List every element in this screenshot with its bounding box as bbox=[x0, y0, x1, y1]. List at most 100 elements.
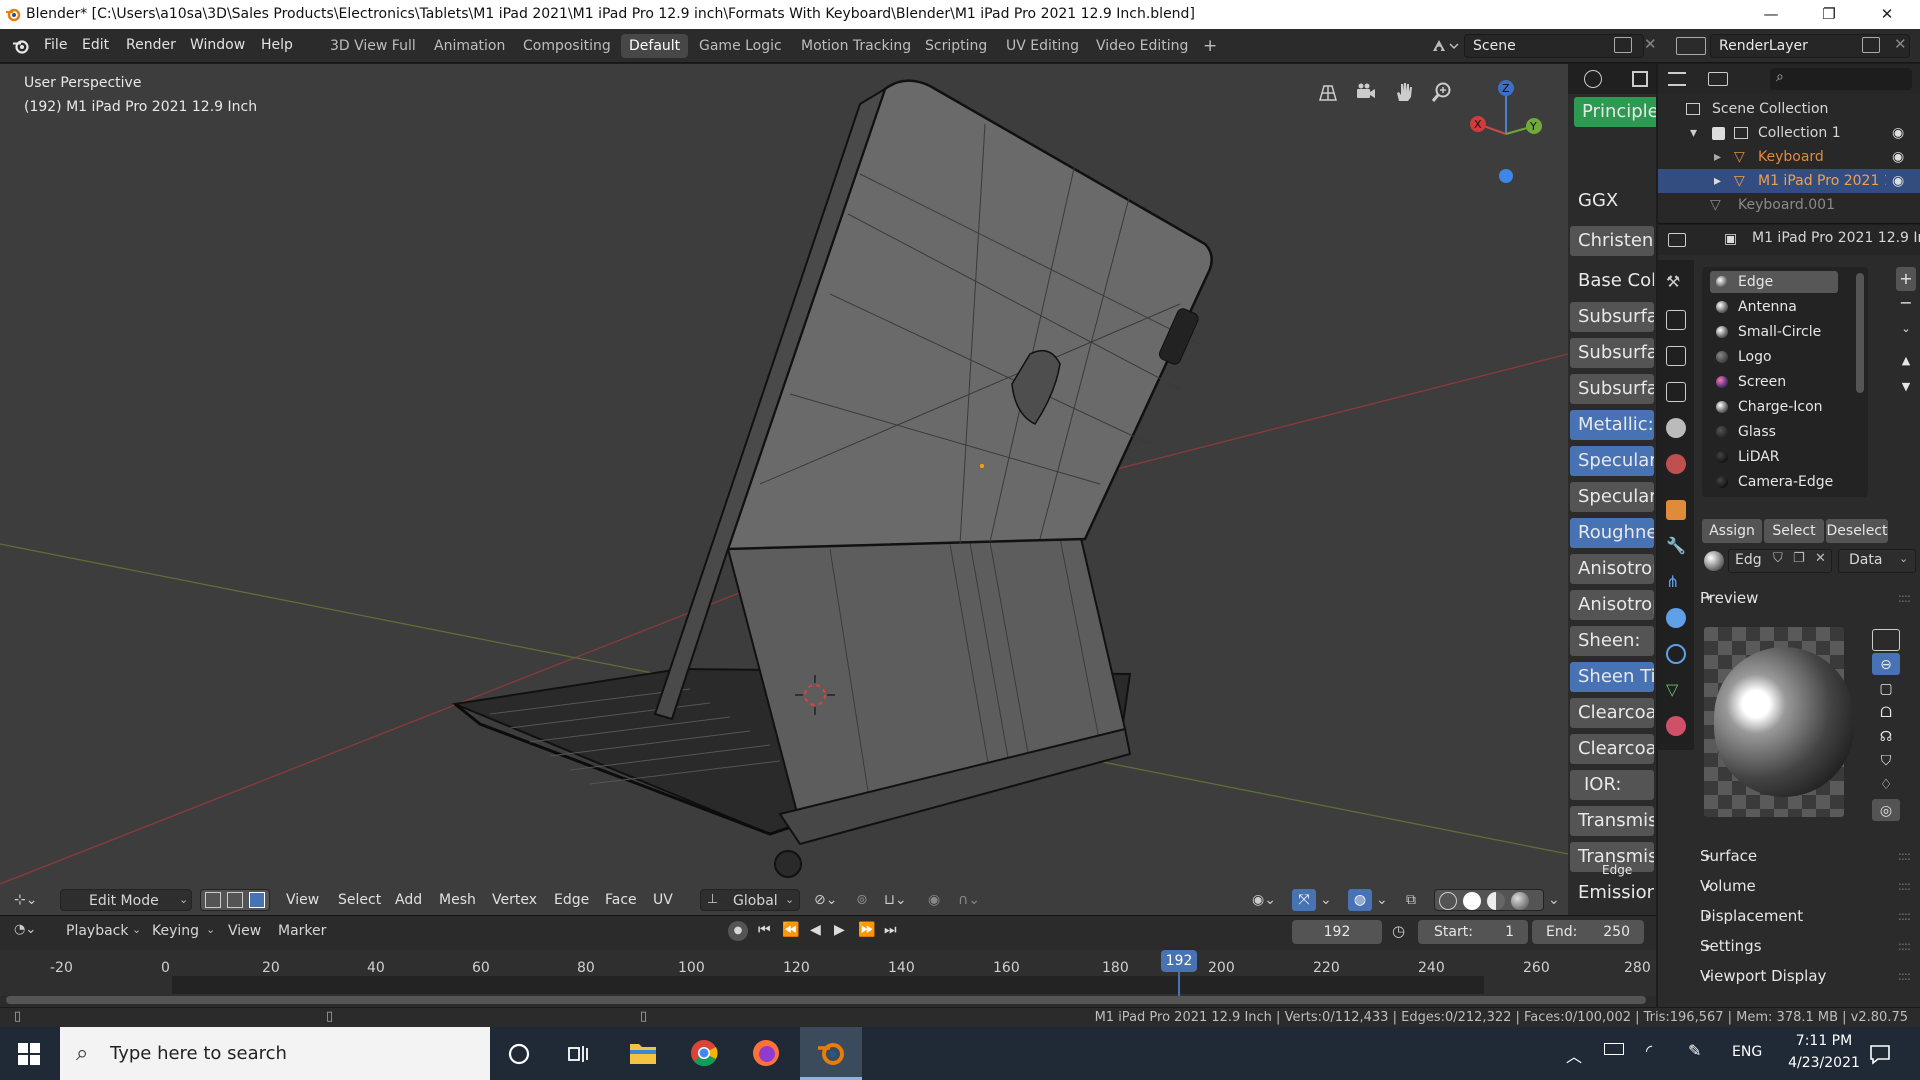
slot-specials-icon[interactable]: ⌄ bbox=[1896, 317, 1916, 341]
jump-keyframe-back-icon[interactable]: ⏪ bbox=[782, 922, 799, 938]
taskbar-search-input[interactable]: ⌕ Type here to search bbox=[60, 1027, 490, 1080]
shader-ior[interactable]: IOR: bbox=[1570, 770, 1654, 800]
add-material-slot-button[interactable]: + bbox=[1896, 267, 1916, 291]
jump-end-icon[interactable]: ⏭ bbox=[884, 922, 897, 938]
marker-menu[interactable]: Marker bbox=[278, 923, 326, 939]
material-slot-charge-icon[interactable]: Charge-Icon bbox=[1710, 396, 1838, 418]
view-layer-tab-icon[interactable] bbox=[1666, 382, 1686, 402]
unlink-material-icon[interactable]: ✕ bbox=[1815, 551, 1826, 566]
material-name-field[interactable]: Edg ⛉ ❐ ✕ bbox=[1728, 549, 1832, 573]
shader-subsurface-color[interactable]: Subsurfac bbox=[1570, 374, 1654, 404]
new-render-layer-icon[interactable] bbox=[1862, 37, 1880, 53]
close-button[interactable]: ✕ bbox=[1858, 0, 1916, 29]
editor-type-icon[interactable]: ⊹⌄ bbox=[14, 889, 37, 911]
material-tab-icon[interactable] bbox=[1666, 716, 1686, 736]
tab-game-logic[interactable]: Game Logic bbox=[691, 34, 790, 58]
collection-checkbox[interactable] bbox=[1712, 127, 1725, 140]
material-browse-icon[interactable] bbox=[1704, 551, 1724, 571]
menu-view[interactable]: View bbox=[286, 889, 319, 911]
viewport-display-panel-header[interactable]: Viewport Display bbox=[1700, 967, 1826, 985]
outliner-item-keyboard-001[interactable]: ▽ Keyboard.001 bbox=[1658, 193, 1920, 217]
overlays-toggle-icon[interactable]: ◍ bbox=[1348, 889, 1372, 911]
shader-roughness[interactable]: Roughne bbox=[1570, 518, 1654, 548]
outliner-scene-collection[interactable]: Scene Collection bbox=[1658, 97, 1920, 121]
object-tab-icon[interactable] bbox=[1666, 500, 1686, 520]
shader-emission[interactable]: Emission bbox=[1570, 878, 1654, 908]
language-indicator[interactable]: ENG bbox=[1732, 1044, 1762, 1060]
properties-editor-type-icon[interactable] bbox=[1668, 233, 1686, 247]
menu-window[interactable]: Window bbox=[190, 37, 245, 53]
edge-select-icon[interactable] bbox=[227, 892, 243, 908]
expand-icon[interactable]: ▸ bbox=[1714, 145, 1721, 169]
menu-render[interactable]: Render bbox=[126, 37, 176, 53]
visibility-eye-icon[interactable]: ◉ bbox=[1892, 169, 1904, 193]
tab-video-editing[interactable]: Video Editing bbox=[1088, 34, 1196, 58]
clock-time[interactable]: 7:11 PM bbox=[1784, 1033, 1864, 1049]
menu-face[interactable]: Face bbox=[605, 889, 637, 911]
xray-icon[interactable]: ⧉ bbox=[1406, 889, 1416, 911]
preview-fluid-icon[interactable]: ♢ bbox=[1872, 773, 1900, 795]
render-layer-field[interactable]: RenderLayer bbox=[1710, 34, 1910, 58]
material-slot-lidar[interactable]: LiDAR bbox=[1710, 446, 1838, 468]
shader-base-color[interactable]: Base Colo bbox=[1570, 266, 1654, 296]
record-icon[interactable]: ● bbox=[728, 921, 748, 941]
remove-material-slot-button[interactable]: − bbox=[1896, 291, 1916, 315]
menu-edit[interactable]: Edit bbox=[82, 37, 109, 53]
solid-shading-icon[interactable] bbox=[1463, 892, 1481, 910]
maximize-region-icon[interactable] bbox=[1632, 71, 1648, 87]
preview-cube-icon[interactable]: ▢ bbox=[1872, 677, 1900, 699]
current-frame-field[interactable]: 192 bbox=[1292, 920, 1382, 944]
clock-date[interactable]: 4/23/2021 bbox=[1776, 1055, 1872, 1071]
material-slot-small-circle[interactable]: Small-Circle bbox=[1710, 321, 1838, 343]
camera-icon[interactable] bbox=[1354, 80, 1378, 104]
new-scene-icon[interactable] bbox=[1614, 37, 1632, 53]
task-view-icon[interactable] bbox=[566, 1042, 590, 1066]
face-select-icon[interactable] bbox=[249, 892, 265, 908]
play-reverse-icon[interactable]: ◀ bbox=[810, 922, 821, 938]
tab-animation[interactable]: Animation bbox=[426, 34, 513, 58]
battery-icon[interactable] bbox=[1604, 1043, 1624, 1055]
tab-3d-view-full[interactable]: 3D View Full bbox=[322, 34, 424, 58]
gizmo-menu-icon[interactable]: ⌄ bbox=[1320, 889, 1332, 911]
3d-viewport[interactable]: User Perspective (192) M1 iPad Pro 2021 … bbox=[0, 64, 1568, 915]
snap-target-icon[interactable]: ⊔⌄ bbox=[884, 889, 907, 911]
scene-tab-icon[interactable] bbox=[1666, 418, 1686, 438]
physics-tab-icon[interactable] bbox=[1666, 608, 1686, 628]
select-button[interactable]: Select bbox=[1764, 519, 1824, 543]
mode-select[interactable]: Edit Mode ⌄ bbox=[60, 889, 192, 911]
preview-hair-icon[interactable]: ᗝ bbox=[1872, 701, 1900, 723]
notification-center-icon[interactable] bbox=[1868, 1042, 1892, 1066]
outliner-item-ipad[interactable]: ▸ ▽ M1 iPad Pro 2021 1 ◉ bbox=[1658, 169, 1920, 193]
fake-user-icon[interactable]: ⛉ bbox=[1773, 551, 1783, 566]
volume-panel-header[interactable]: Volume bbox=[1700, 877, 1756, 895]
material-slot-screen[interactable]: Screen bbox=[1710, 371, 1838, 393]
constraints-tab-icon[interactable] bbox=[1666, 644, 1686, 664]
outliner-collection-1[interactable]: ▾ Collection 1 ◉ bbox=[1658, 121, 1920, 145]
falloff-icon[interactable]: ∩⌄ bbox=[958, 889, 980, 911]
scene-selector-icon[interactable] bbox=[1430, 37, 1460, 55]
move-slot-down-icon[interactable]: ▼ bbox=[1896, 375, 1916, 399]
menu-mesh[interactable]: Mesh bbox=[439, 889, 476, 911]
playhead-frame-label[interactable]: 192 bbox=[1161, 950, 1197, 972]
preview-monkey-icon[interactable]: ☊ bbox=[1872, 725, 1900, 747]
minimize-button[interactable]: — bbox=[1742, 0, 1800, 29]
shader-clearcoat[interactable]: Clearcoat bbox=[1570, 698, 1654, 728]
rendered-shading-icon[interactable] bbox=[1511, 892, 1529, 910]
render-layer-icon[interactable] bbox=[1676, 37, 1706, 55]
preview-world-icon[interactable]: ◎ bbox=[1872, 799, 1900, 821]
data-tab-icon[interactable]: ▽ bbox=[1666, 680, 1686, 700]
shader-subsurface[interactable]: Subsurfa bbox=[1570, 302, 1654, 332]
start-frame-field[interactable]: Start: 1 bbox=[1418, 920, 1528, 944]
timeline-view-menu[interactable]: View bbox=[228, 923, 261, 939]
add-workspace-button[interactable]: + bbox=[1195, 34, 1225, 58]
wireframe-shading-icon[interactable] bbox=[1439, 892, 1457, 910]
outliner-search-input[interactable]: ⌕ bbox=[1770, 68, 1912, 90]
wifi-icon[interactable]: ◜ bbox=[1646, 1041, 1652, 1060]
navigation-gizmo[interactable]: Z X Y bbox=[1462, 74, 1562, 194]
show-hidden-icons-icon[interactable]: ︿ bbox=[1566, 1043, 1582, 1067]
proportional-edit-icon[interactable]: ◉ bbox=[928, 889, 940, 911]
gizmo-toggle-icon[interactable]: ⤧ bbox=[1292, 889, 1316, 911]
play-icon[interactable]: ▶ bbox=[834, 922, 845, 938]
modifier-tab-icon[interactable]: 🔧 bbox=[1666, 536, 1686, 556]
shader-clearcoat-roughness[interactable]: Clearcoat bbox=[1570, 734, 1654, 764]
